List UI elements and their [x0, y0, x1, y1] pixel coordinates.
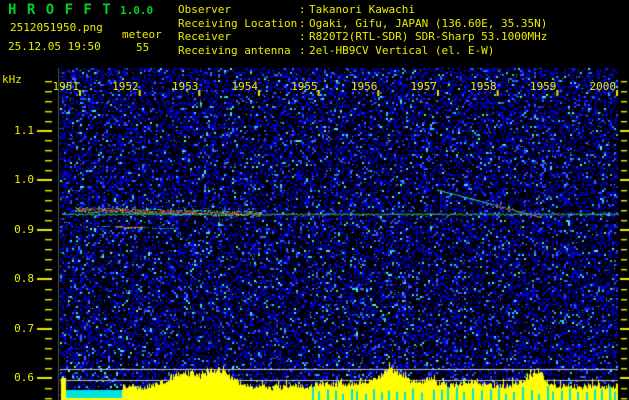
app-title: H R O F F T [8, 2, 112, 18]
time-tick-label: 1953 [171, 80, 199, 93]
info-value: Ogaki, Gifu, JAPAN (136.60E, 35.35N) [309, 16, 548, 30]
info-label: Receiving antenna [178, 43, 291, 57]
time-tick-label: 1959 [529, 80, 557, 93]
station-info-row: Receiving antenna:2el-HB9CV Vertical (el… [178, 44, 547, 58]
time-tick-label: 1955 [291, 80, 318, 93]
freq-tick-label: 0.6 [14, 371, 34, 384]
app-version: 1.0.0 [120, 4, 154, 17]
freq-axis-unit: kHz [2, 73, 22, 86]
info-label: Receiver [178, 30, 231, 43]
info-colon: : [299, 3, 306, 16]
freq-tick-label: 1.0 [14, 173, 34, 186]
info-colon: : [299, 16, 306, 30]
info-value: Takanori Kawachi [309, 3, 415, 16]
info-label: Receiving Location [178, 16, 298, 30]
info-value: R820T2(RTL-SDR) SDR-Sharp 53.1000MHz [309, 30, 548, 43]
info-label: Observer [178, 3, 231, 16]
freq-tick-label: 0.9 [14, 222, 34, 236]
freq-tick-label: 0.8 [14, 272, 34, 285]
info-colon: : [299, 43, 306, 57]
minute-count: 55 [136, 41, 150, 54]
time-tick-label: 2000 [589, 80, 617, 93]
station-info: Observer: Takanori Kawachi Receiving Locat… [178, 3, 547, 57]
station-info-row: Receiving Location: Ogaki, Gifu, JAPAN (1… [178, 17, 547, 31]
station-info-row: Observer: Takanori Kawachi [178, 3, 547, 17]
datetime-label: 25.12.05 19:50 [8, 40, 101, 53]
mode-label: meteor [122, 28, 162, 41]
time-tick-label: 1951 [52, 80, 80, 93]
hrofft-output: H R O F F T 1.0.0 2512051950.png meteor … [0, 0, 629, 400]
output-filename: 2512051950.png [10, 21, 103, 34]
time-tick-label: 1957 [410, 80, 438, 93]
spectrogram-canvas [0, 0, 629, 400]
freq-tick-label: 1.1 [14, 123, 34, 137]
time-tick-label: 1952 [112, 80, 139, 93]
time-tick-label: 1958 [470, 80, 497, 93]
station-info-row: Receiver: R820T2(RTL-SDR) SDR-Sharp 53.10… [178, 30, 547, 44]
time-tick-label: 1954 [231, 80, 259, 93]
info-colon: : [299, 30, 306, 43]
info-value: 2el-HB9CV Vertical (el. E-W) [309, 43, 495, 57]
time-tick-label: 1956 [350, 80, 378, 93]
freq-tick-label: 0.7 [14, 321, 34, 335]
